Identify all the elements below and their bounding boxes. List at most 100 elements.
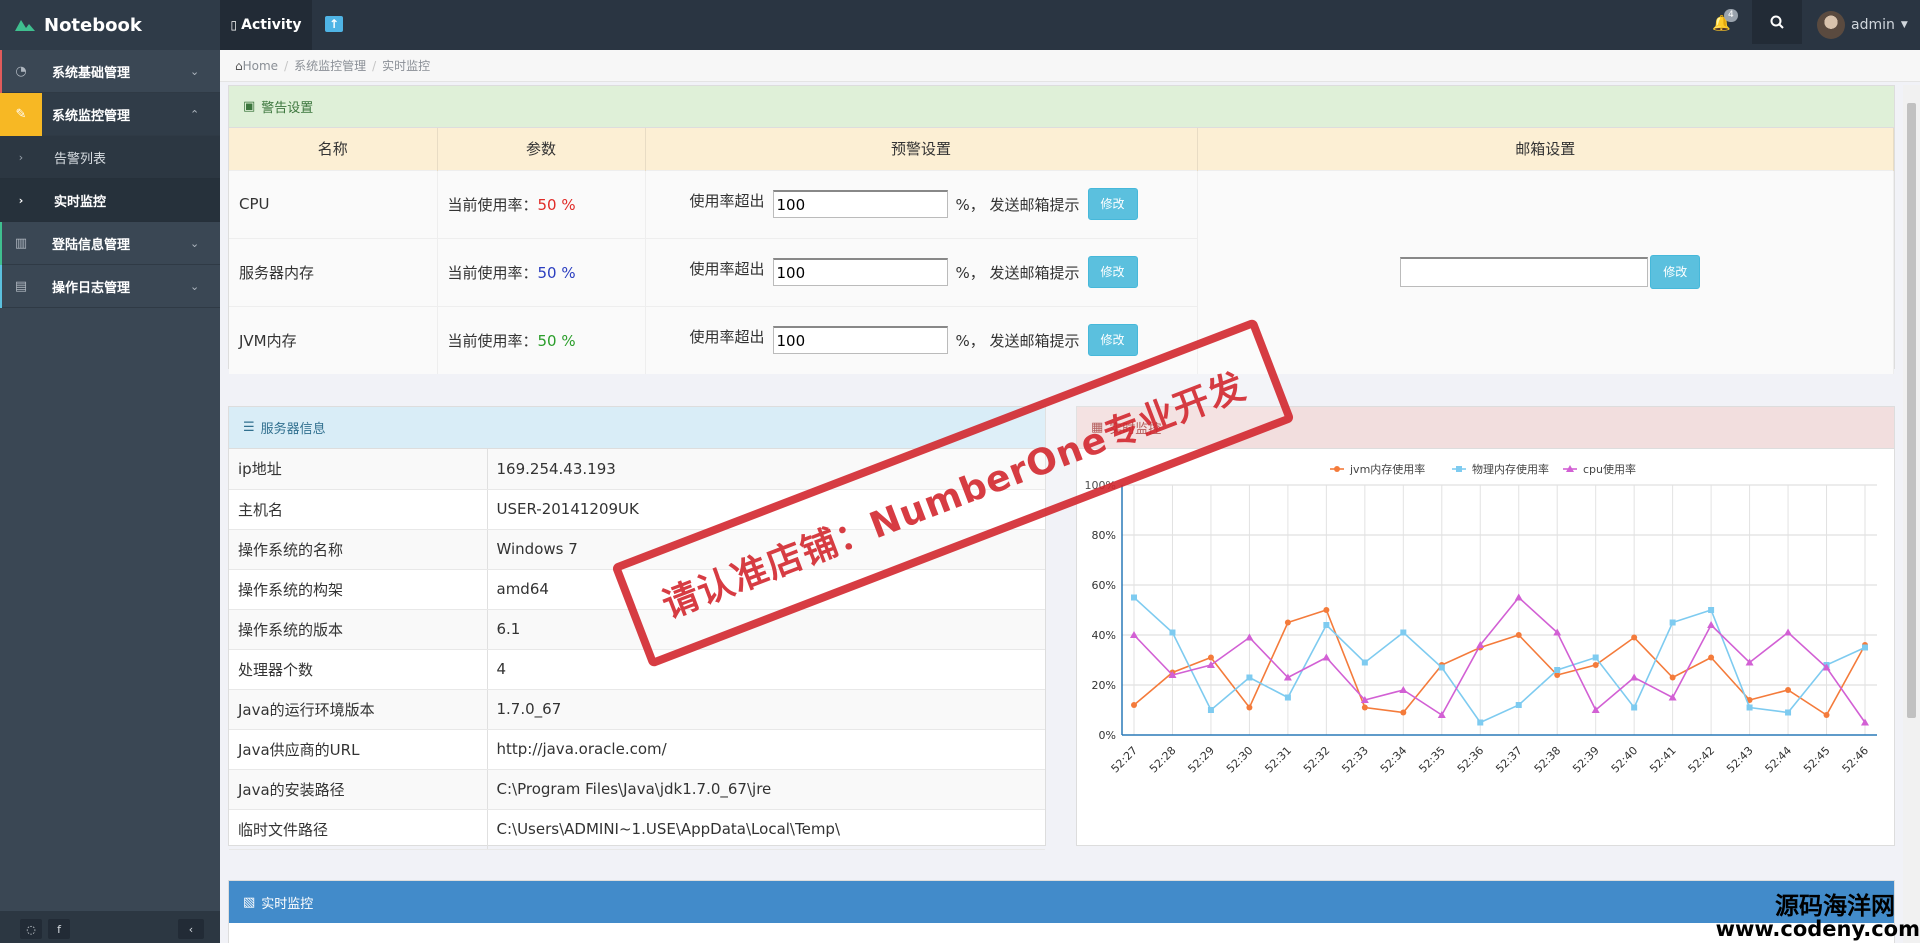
data-point bbox=[1708, 607, 1715, 613]
site-url: www.codeny.com bbox=[1715, 917, 1920, 941]
usage-cell: 当前使用率：50 % bbox=[437, 305, 646, 374]
server-info-panel: ☰ 服务器信息 ip地址 169.254.43.193 主机名 USER-20141… bbox=[228, 406, 1046, 850]
breadcrumb-item[interactable]: 系统监控管理 bbox=[294, 57, 366, 74]
sidebar-subitem-alerts[interactable]: › 告警列表 bbox=[0, 136, 220, 179]
usage-value: 50 bbox=[537, 331, 557, 350]
data-point bbox=[1554, 667, 1561, 673]
activity-tab[interactable]: ▯ Activity bbox=[220, 0, 312, 50]
list-icon: ☰ bbox=[243, 420, 255, 435]
breadcrumb-separator: / bbox=[372, 58, 377, 73]
info-value: 4 bbox=[487, 649, 1045, 690]
table-row: Java的运行环境版本 1.7.0_67 bbox=[229, 689, 1045, 730]
table-row: 主机名 USER-20141209UK bbox=[229, 489, 1045, 530]
user-menu[interactable]: admin ▼ bbox=[1817, 9, 1908, 41]
edit-cpu-button[interactable]: 修改 bbox=[1087, 188, 1138, 220]
info-key: Java的安装路径 bbox=[229, 769, 488, 810]
info-value: C:\Program Files\Java\jdk1.7.0_67\jre bbox=[487, 769, 1045, 810]
data-point bbox=[1207, 654, 1214, 661]
data-point bbox=[1631, 634, 1638, 641]
threshold-cell: 使用率超出 %， 发送邮箱提示 修改 bbox=[645, 169, 1198, 238]
table-row: 操作系统的构架 amd64 bbox=[229, 569, 1045, 610]
alert-settings-panel: ▣ 警告设置 名称 参数 预警设置 邮箱设置 CPU 当前使用率：50 % 使用… bbox=[228, 85, 1895, 374]
data-point bbox=[1323, 607, 1330, 613]
breadcrumb-home[interactable]: Home bbox=[243, 59, 278, 73]
sidebar-item-logs[interactable]: ▤ 操作日志管理 ⌄ bbox=[0, 265, 220, 308]
page-scrollbar[interactable] bbox=[1903, 85, 1920, 943]
data-point bbox=[1246, 704, 1253, 711]
upload-button[interactable]: ↑ bbox=[322, 12, 346, 36]
brand[interactable]: Notebook bbox=[0, 0, 220, 50]
info-key: 临时文件路径 bbox=[229, 809, 488, 850]
sidebar-subitem-realtime[interactable]: › 实时监控 bbox=[0, 179, 220, 222]
edit-memory-button[interactable]: 修改 bbox=[1087, 256, 1138, 288]
usage-label: 当前使用率： bbox=[447, 331, 538, 350]
sidebar-item-label: 登陆信息管理 bbox=[52, 237, 131, 253]
data-point bbox=[1400, 709, 1407, 716]
edit-mail-button[interactable]: 修改 bbox=[1650, 255, 1701, 290]
info-value: http://java.oracle.com/ bbox=[487, 729, 1045, 770]
panel-heading: ▣ 警告设置 bbox=[229, 86, 1894, 128]
usage-label: 当前使用率： bbox=[447, 263, 538, 282]
usage-label: 当前使用率： bbox=[447, 195, 538, 214]
cpu-threshold-input[interactable] bbox=[772, 190, 948, 218]
x-tick-label: 52:33 bbox=[1339, 744, 1371, 776]
x-tick-label: 52:40 bbox=[1609, 744, 1641, 776]
facebook-button[interactable]: f bbox=[48, 919, 70, 939]
threshold-suffix: %， 发送邮箱提示 bbox=[955, 195, 1080, 214]
chevron-left-icon: ‹ bbox=[188, 922, 194, 936]
table-row: 操作系统的版本 6.1 bbox=[229, 609, 1045, 650]
sidebar-subitem-label: 实时监控 bbox=[54, 194, 107, 210]
sidebar: ◔ 系统基础管理 ⌄ ✎ 系统监控管理 ⌃ › 告警列表 › 实时监控 ▥ 登陆… bbox=[0, 50, 220, 943]
data-point bbox=[1785, 709, 1792, 716]
data-point bbox=[1592, 662, 1599, 668]
panel-title: 警告设置 bbox=[261, 101, 314, 116]
activity-label: Activity bbox=[241, 17, 302, 33]
dashboard-icon: ◔ bbox=[15, 63, 27, 79]
x-tick-label: 52:36 bbox=[1455, 744, 1487, 776]
table-row: 临时文件路径 C:\Users\ADMINI~1.USE\AppData\Loca… bbox=[229, 809, 1045, 850]
breadcrumb: ⌂ Home / 系统监控管理 / 实时监控 bbox=[220, 50, 1920, 82]
data-point bbox=[1631, 704, 1638, 711]
x-tick-label: 52:43 bbox=[1724, 744, 1756, 776]
sidebar-item-basic[interactable]: ◔ 系统基础管理 ⌄ bbox=[0, 50, 220, 93]
data-point bbox=[1361, 659, 1368, 666]
data-point bbox=[1323, 622, 1330, 628]
notifications-button[interactable]: 🔔 4 bbox=[1712, 9, 1738, 36]
threshold-label: 使用率超出 bbox=[689, 191, 765, 210]
jvm-threshold-input[interactable] bbox=[772, 326, 948, 355]
chevron-right-icon: › bbox=[18, 193, 24, 207]
info-key: 操作系统的构架 bbox=[229, 569, 488, 610]
sidebar-item-monitor[interactable]: ✎ 系统监控管理 ⌃ bbox=[0, 92, 220, 136]
table-row: Java供应商的URL http://java.oracle.com/ bbox=[229, 729, 1045, 770]
search-button[interactable] bbox=[1752, 0, 1802, 44]
data-point bbox=[1862, 644, 1868, 651]
breadcrumb-separator: / bbox=[284, 58, 289, 73]
briefcase-icon: ▣ bbox=[243, 99, 256, 114]
data-point bbox=[1514, 593, 1523, 601]
chart-icon: ▦ bbox=[1091, 420, 1104, 435]
sidebar-item-login[interactable]: ▥ 登陆信息管理 ⌄ bbox=[0, 222, 220, 265]
column-header: 参数 bbox=[437, 128, 646, 170]
info-key: 处理器个数 bbox=[229, 649, 488, 690]
mail-input[interactable] bbox=[1400, 257, 1649, 288]
nav-indicator bbox=[0, 50, 2, 93]
sidebar-item-label: 系统监控管理 bbox=[52, 108, 131, 124]
threshold-cell: 使用率超出 %， 发送邮箱提示 修改 bbox=[645, 305, 1198, 374]
data-point bbox=[1784, 628, 1793, 636]
table-row: Java的安装路径 C:\Program Files\Java\jdk1.7.0_… bbox=[229, 769, 1045, 810]
x-tick-label: 52:41 bbox=[1647, 744, 1679, 776]
sidebar-item-label: 操作日志管理 bbox=[52, 280, 131, 296]
usage-cell: 当前使用率：50 % bbox=[437, 237, 646, 306]
edit-jvm-button[interactable]: 修改 bbox=[1087, 324, 1138, 357]
data-point bbox=[1246, 674, 1253, 681]
y-tick-label: 80% bbox=[1092, 529, 1116, 542]
data-point bbox=[1131, 594, 1137, 601]
y-tick-label: 20% bbox=[1092, 679, 1116, 692]
collapse-sidebar-button[interactable]: ‹ bbox=[178, 919, 204, 939]
memory-threshold-input[interactable] bbox=[772, 258, 948, 286]
usage-unit: % bbox=[561, 195, 576, 214]
usage-line-chart: 0%20%40%60%80%100%52:27 52:28 52:29 52:30 52… bbox=[1085, 462, 1877, 776]
panel-title: 服务器信息 bbox=[260, 422, 326, 437]
comment-button[interactable]: ◌ bbox=[20, 919, 42, 939]
scrollbar-thumb[interactable] bbox=[1907, 103, 1916, 718]
